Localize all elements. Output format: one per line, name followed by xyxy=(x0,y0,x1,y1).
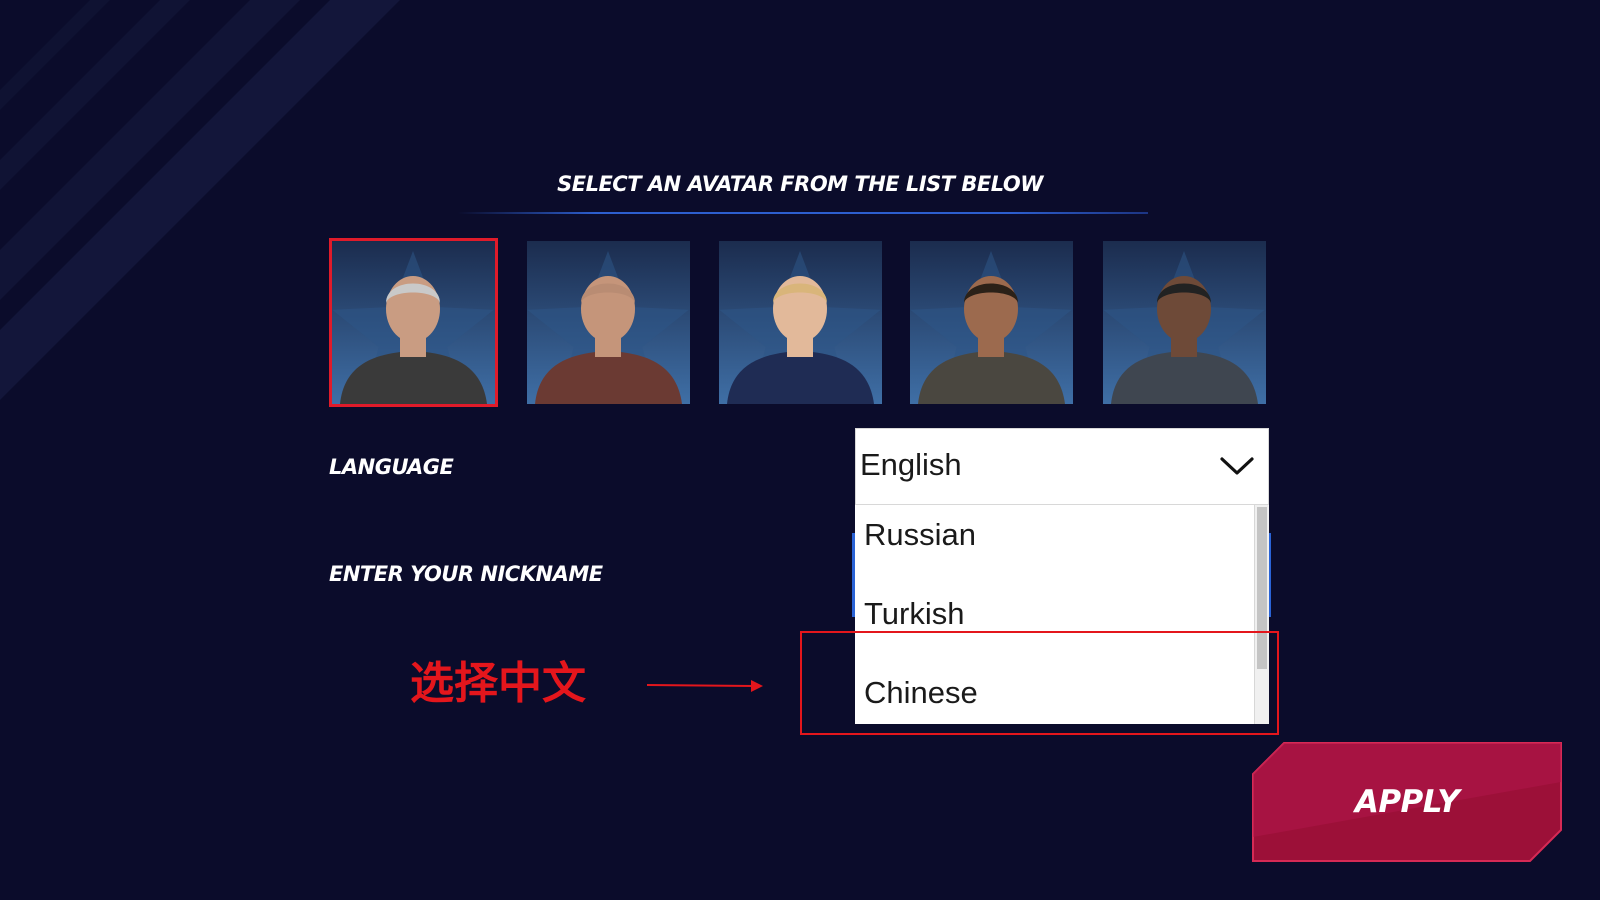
language-dropdown-list: Russian Turkish Chinese xyxy=(855,505,1269,724)
chevron-down-icon xyxy=(1220,457,1254,475)
avatar-portrait xyxy=(719,241,882,404)
avatar-option-4[interactable] xyxy=(910,241,1073,404)
apply-label: APPLY xyxy=(1354,784,1460,820)
avatar-portrait xyxy=(1103,241,1266,404)
language-option-chinese[interactable]: Chinese xyxy=(855,657,1252,724)
option-label: Russian xyxy=(864,517,976,552)
option-label: Chinese xyxy=(864,675,978,710)
annotation-text: 选择中文 xyxy=(410,658,586,709)
avatar-portrait xyxy=(527,241,690,404)
avatar-option-5[interactable] xyxy=(1103,241,1266,404)
annotation-arrow-icon xyxy=(646,680,763,692)
language-option-turkish[interactable]: Turkish xyxy=(855,578,1252,654)
avatar-option-2[interactable] xyxy=(527,241,690,404)
scrollbar-thumb[interactable] xyxy=(1257,507,1267,669)
language-label: LANGUAGE xyxy=(329,455,454,479)
nickname-field-edge-right xyxy=(1269,533,1271,617)
language-option-russian[interactable]: Russian xyxy=(855,505,1252,575)
avatar-portrait xyxy=(910,241,1073,404)
option-label: Turkish xyxy=(864,596,965,631)
avatar-heading: SELECT AN AVATAR FROM THE LIST BELOW xyxy=(557,172,1043,196)
avatar-option-3[interactable] xyxy=(719,241,882,404)
nickname-label: ENTER YOUR NICKNAME xyxy=(329,562,603,586)
apply-button[interactable]: APPLY xyxy=(1252,742,1562,862)
avatar-option-1[interactable] xyxy=(329,238,498,407)
avatar-portrait xyxy=(332,241,495,404)
heading-divider xyxy=(458,212,1148,214)
language-select[interactable]: English xyxy=(855,428,1269,505)
dropdown-scrollbar[interactable] xyxy=(1254,505,1269,724)
language-selected-value: English xyxy=(860,447,962,482)
